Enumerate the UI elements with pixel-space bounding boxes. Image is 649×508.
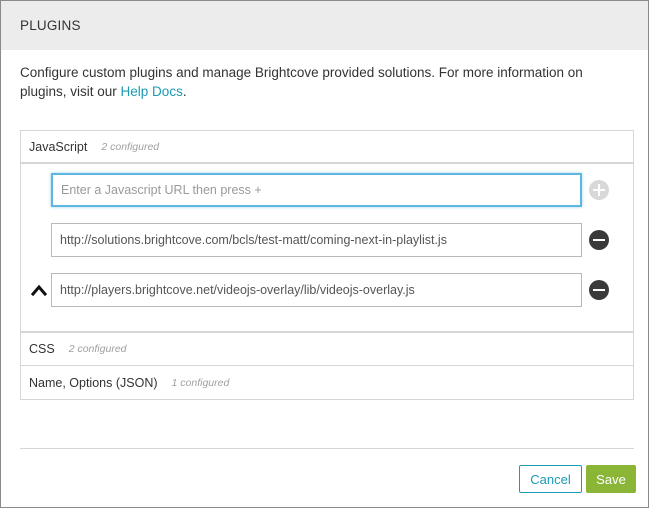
url-field[interactable]: http://players.brightcove.net/videojs-ov… [51, 273, 582, 307]
dialog-title: PLUGINS [20, 18, 81, 33]
url-value: http://players.brightcove.net/videojs-ov… [60, 283, 415, 297]
javascript-section-label: JavaScript [29, 139, 88, 154]
chevron-up-icon[interactable] [31, 283, 47, 297]
cancel-button[interactable]: Cancel [519, 465, 582, 493]
css-section-label: CSS [29, 342, 55, 356]
footer-divider [20, 448, 634, 449]
url-row: http://solutions.brightcove.com/bcls/tes… [21, 223, 633, 257]
url-field[interactable]: http://solutions.brightcove.com/bcls/tes… [51, 223, 582, 257]
javascript-section-header[interactable]: JavaScript 2 configured [21, 131, 633, 164]
options-section-header[interactable]: Name, Options (JSON) 1 configured [21, 366, 633, 399]
remove-url-button[interactable] [589, 280, 609, 300]
url-row: http://players.brightcove.net/videojs-ov… [21, 273, 633, 307]
options-count: 1 configured [171, 376, 230, 389]
new-url-field[interactable] [51, 173, 582, 207]
plugins-accordion: JavaScript 2 configured http://solutions… [20, 130, 634, 400]
plugins-dialog: PLUGINS Configure custom plugins and man… [0, 0, 649, 508]
remove-url-button[interactable] [589, 230, 609, 250]
help-docs-link[interactable]: Help Docs [121, 84, 183, 99]
intro-body: Configure custom plugins and manage Brig… [20, 65, 583, 99]
save-button[interactable]: Save [586, 465, 636, 493]
url-value: http://solutions.brightcove.com/bcls/tes… [60, 233, 447, 247]
options-section-label: Name, Options (JSON) [29, 375, 158, 390]
new-url-row [21, 173, 633, 207]
css-section-header[interactable]: CSS 2 configured [21, 333, 633, 366]
intro-text: Configure custom plugins and manage Brig… [20, 63, 630, 101]
intro-end: . [182, 84, 187, 99]
add-url-button[interactable] [589, 180, 609, 200]
new-url-input[interactable] [61, 183, 572, 197]
css-count: 2 configured [68, 343, 127, 355]
javascript-section-body: http://solutions.brightcove.com/bcls/tes… [21, 164, 633, 333]
javascript-count: 2 configured [101, 140, 160, 153]
dialog-header: PLUGINS [1, 1, 648, 50]
